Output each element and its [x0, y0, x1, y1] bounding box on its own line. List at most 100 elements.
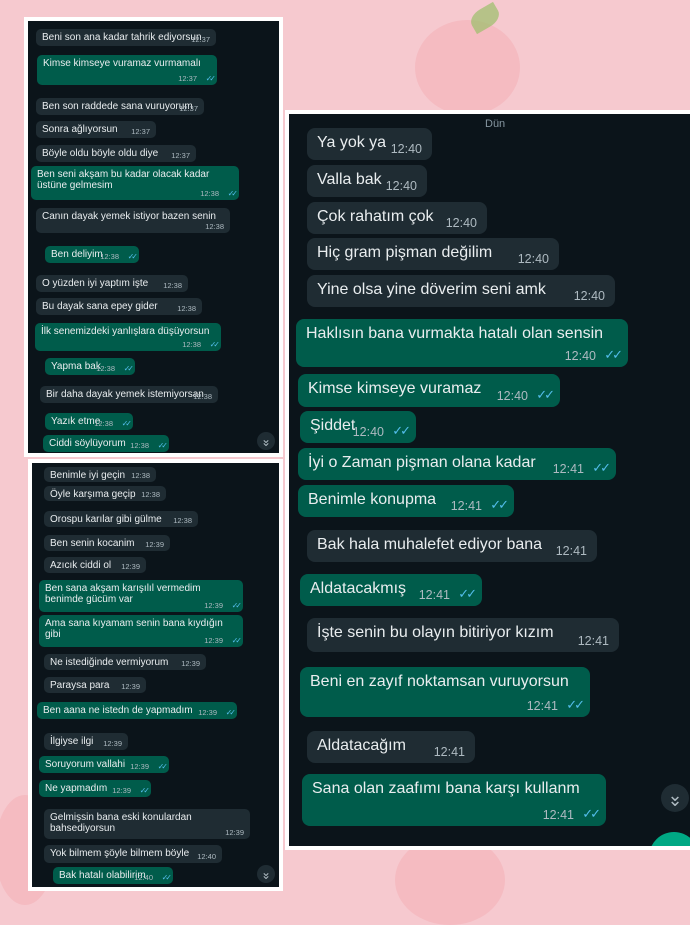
incoming-message[interactable]: Hiç gram pişman değilim 12:40	[307, 238, 559, 270]
outgoing-message[interactable]: Benimle konupma 12:41 ✓✓	[298, 485, 514, 517]
chevrons-down-icon[interactable]: ⌄ ⌄	[257, 865, 275, 883]
message-text-line2: bahsediyorsun	[50, 823, 116, 834]
outgoing-message[interactable]: Ama sana kıyamam senin bana kıydığın gibi…	[39, 615, 243, 647]
incoming-message[interactable]: Bak hala muhalefet ediyor bana 12:41	[307, 530, 597, 562]
incoming-message[interactable]: Ne istediğinde vermiyorum 12:39	[44, 654, 206, 670]
outgoing-message[interactable]: Yapma bak 12:38 ✓✓	[45, 358, 135, 375]
read-receipt-icon: ✓✓	[209, 340, 221, 349]
chat-screenshot-2: Bak hatalı olabilirim 12:40 ✓✓ Yok bilmem ş…	[28, 459, 283, 891]
outgoing-message[interactable]: Beni en zayıf noktamsan vuruyorsun 12:41 ✓…	[300, 667, 590, 717]
outgoing-message[interactable]: Ben aana ne istedn de yapmadım 12:39 ✓✓	[37, 702, 237, 719]
message-timestamp: 12:38	[96, 364, 115, 373]
outgoing-message[interactable]: Şiddet 12:40 ✓✓	[300, 411, 416, 443]
incoming-message[interactable]: Ya yok ya 12:40	[307, 128, 432, 160]
message-timestamp: 12:40	[390, 142, 422, 156]
outgoing-message[interactable]: Aldatacakmış 12:41 ✓✓	[300, 574, 482, 606]
message-timestamp: 12:37	[178, 74, 197, 83]
chevrons-down-icon[interactable]: ⌄ ⌄	[257, 432, 275, 450]
message-text: İlk senemizdeki yanlışlara düşüyorsun	[41, 326, 210, 337]
message-timestamp: 12:41	[552, 462, 584, 476]
read-receipt-icon: ✓✓	[231, 601, 243, 610]
incoming-message[interactable]: Bir daha dayak yemek istemiyorsan 12:38	[40, 386, 218, 403]
read-receipt-icon: ✓✓	[225, 708, 237, 717]
incoming-message[interactable]: Canın dayak yemek istiyor bazen senin 12:…	[36, 208, 230, 233]
message-timestamp: 12:37	[179, 104, 198, 113]
message-timestamp: 12:40	[564, 349, 596, 363]
message-timestamp: 12:39	[145, 540, 164, 549]
read-receipt-icon: ✓✓	[139, 786, 151, 795]
message-text: Haklısın bana vurmakta hatalı olan sensi…	[306, 325, 604, 342]
read-receipt-icon: ✓✓	[458, 586, 477, 601]
incoming-message[interactable]: İlgiyse ilgi 12:39	[44, 733, 128, 750]
outgoing-message[interactable]: Kimse kimseye vuramaz 12:40 ✓✓	[298, 374, 560, 407]
message-timestamp: 12:41	[542, 808, 574, 822]
message-timestamp: 12:40	[445, 216, 477, 230]
message-text: Beni son ana kadar tahrik ediyorsun	[42, 32, 202, 43]
message-text: Yapma bak	[51, 361, 101, 372]
incoming-message[interactable]: Gelmişsin bana eski konulardan bahsediyor…	[44, 809, 250, 839]
outgoing-message[interactable]: Bak hatalı olabilirim 12:40 ✓✓	[53, 867, 173, 884]
outgoing-message[interactable]: İyi o Zaman pişman olana kadar 12:41 ✓✓	[298, 448, 616, 480]
message-text: Canın dayak yemek istiyor bazen senin	[42, 211, 216, 222]
message-timestamp: 12:39	[181, 659, 200, 668]
message-text: Ben seni akşam bu kadar olacak kadar	[37, 169, 210, 180]
message-timestamp: 12:39	[103, 739, 122, 748]
incoming-message[interactable]: Aldatacağım 12:41	[307, 731, 475, 763]
incoming-message[interactable]: Bu dayak sana epey gider 12:38	[36, 298, 202, 315]
peach-decoration-top	[415, 20, 520, 115]
message-timestamp: 12:37	[171, 151, 190, 160]
message-timestamp: 12:41	[450, 499, 482, 513]
outgoing-message[interactable]: İlk senemizdeki yanlışlara düşüyorsun 12:…	[35, 323, 221, 351]
read-receipt-icon: ✓✓	[205, 74, 217, 83]
incoming-message[interactable]: Öyle karşıma geçip 12:38	[44, 486, 166, 501]
incoming-message[interactable]: Yine olsa yine döverim seni amk 12:40	[307, 275, 615, 307]
incoming-message[interactable]: İşte senin bu olayın bitiriyor kızım 12:4…	[307, 618, 619, 652]
read-receipt-icon: ✓✓	[490, 497, 509, 512]
message-timestamp: 12:38	[193, 392, 212, 401]
incoming-message[interactable]: Benimle iyi geçin 12:38	[44, 467, 156, 482]
message-text: Bu dayak sana epey gider	[42, 301, 158, 312]
chevrons-down-icon[interactable]: ⌄ ⌄	[661, 784, 689, 812]
incoming-message[interactable]: Azıcık ciddi ol 12:39	[44, 557, 146, 573]
outgoing-message[interactable]: Ciddi söylüyorum 12:38 ✓✓	[43, 435, 169, 452]
read-receipt-icon: ✓✓	[157, 762, 169, 771]
incoming-message[interactable]: Valla bak 12:40	[307, 165, 427, 197]
outgoing-message[interactable]: Yazık etme 12:38 ✓✓	[45, 413, 133, 430]
outgoing-message[interactable]: Soruyorum vallahi 12:39 ✓✓	[39, 756, 169, 773]
outgoing-message[interactable]: Haklısın bana vurmakta hatalı olan sensi…	[296, 319, 628, 367]
incoming-message[interactable]: Beni son ana kadar tahrik ediyorsun 12:37	[36, 29, 216, 46]
message-text: O yüzden iyi yaptım işte	[42, 278, 149, 289]
incoming-message[interactable]: Ben senin kocanim 12:39	[44, 535, 170, 551]
message-timestamp: 12:39	[198, 708, 217, 717]
message-timestamp: 12:40	[496, 389, 528, 403]
outgoing-message[interactable]: Ben sana akşam karışılıl vermedim benimde…	[39, 580, 243, 612]
message-timestamp: 12:38	[205, 222, 224, 231]
incoming-message[interactable]: Böyle oldu böyle oldu diye 12:37	[36, 145, 196, 162]
message-timestamp: 12:40	[517, 252, 549, 266]
outgoing-message[interactable]: Kimse kimseye vuramaz vurmamalı 12:37 ✓✓	[37, 55, 217, 85]
new-chat-icon[interactable]	[649, 832, 690, 846]
incoming-message[interactable]: Yok bilmem şöyle bilmem böyle 12:40	[44, 845, 222, 863]
message-timestamp: 12:40	[573, 289, 605, 303]
message-timestamp: 12:38	[182, 340, 201, 349]
incoming-message[interactable]: Ben son raddede sana vuruyorum 12:37	[36, 98, 204, 115]
incoming-message[interactable]: Çok rahatım çok 12:40	[307, 202, 487, 234]
message-text: Böyle oldu böyle oldu diye	[42, 148, 159, 159]
message-timestamp: 12:38	[200, 189, 219, 198]
message-timestamp: 12:38	[177, 304, 196, 313]
read-receipt-icon: ✓✓	[227, 189, 239, 198]
message-timestamp: 12:41	[555, 544, 587, 558]
read-receipt-icon: ✓✓	[582, 806, 601, 821]
outgoing-message[interactable]: Ben deliyim 12:38 ✓✓	[45, 246, 139, 263]
outgoing-message[interactable]: Ne yapmadım 12:39 ✓✓	[39, 780, 151, 797]
incoming-message[interactable]: O yüzden iyi yaptım işte 12:38	[36, 275, 188, 292]
outgoing-message[interactable]: Sana olan zaafımı bana karşı kullanm 12:4…	[302, 774, 606, 826]
message-timestamp: 12:41	[526, 699, 558, 713]
outgoing-message[interactable]: Ben seni akşam bu kadar olacak kadar üstü…	[31, 166, 239, 200]
message-text: Yazık etme	[51, 416, 101, 427]
message-text: Yok bilmem şöyle bilmem böyle	[50, 848, 190, 859]
incoming-message[interactable]: Sonra ağlıyorsun 12:37	[36, 121, 156, 138]
message-text: Ben deliyim	[51, 249, 103, 260]
incoming-message[interactable]: Orospu karılar gibi gülme 12:38	[44, 511, 198, 527]
incoming-message[interactable]: Paraysa para 12:39	[44, 677, 146, 693]
